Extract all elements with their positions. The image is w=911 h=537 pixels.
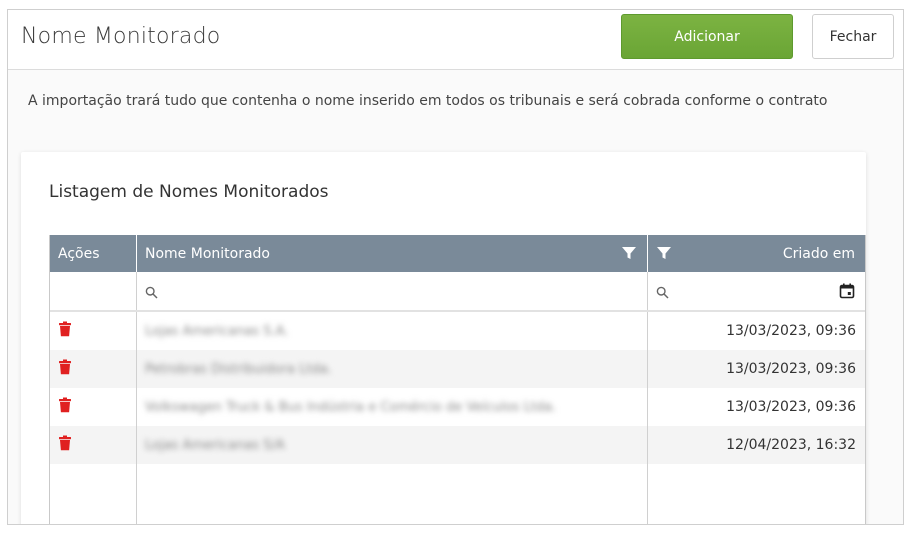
filter-cell-name [137,272,648,310]
created-filter-input[interactable] [676,280,816,302]
created-date-text: 12/04/2023, 16:32 [726,437,856,453]
name-cell: Volkswagen Truck & Bus Indústria e Comér… [137,388,648,426]
monitored-name-text: Lojas Americanas S/A [145,437,285,453]
created-cell: 12/04/2023, 16:32 [648,426,865,464]
table-row: Petrobras Distribuidora Ltda. 13/03/2023… [50,350,865,388]
empty-cell [648,464,865,524]
column-header-created[interactable]: Criado em [648,235,865,272]
created-cell: 13/03/2023, 09:36 [648,388,865,426]
column-header-name-label: Nome Monitorado [145,245,270,262]
empty-cell [50,464,137,524]
filter-icon[interactable] [656,245,672,265]
monitored-name-text: Volkswagen Truck & Bus Indústria e Comér… [145,399,557,415]
created-date-text: 13/03/2023, 09:36 [726,323,856,339]
monitored-names-grid: Ações Nome Monitorado Criado em Lojas Am… [49,235,866,524]
created-date-text: 13/03/2023, 09:36 [726,399,856,415]
column-header-actions: Ações [50,235,137,272]
monitored-name-dialog: Nome Monitorado Adicionar Fechar A impor… [7,9,904,525]
name-cell: Lojas Americanas S.A. [137,312,648,350]
filter-cell-created [648,272,865,310]
calendar-icon[interactable] [839,283,855,303]
card-title: Listagem de Nomes Monitorados [49,182,329,202]
actions-cell [50,312,137,350]
trash-icon[interactable] [58,397,72,417]
created-cell: 13/03/2023, 09:36 [648,350,865,388]
filter-icon[interactable] [621,245,637,265]
monitored-name-text: Petrobras Distribuidora Ltda. [145,361,332,377]
trash-icon[interactable] [58,359,72,379]
column-header-actions-label: Ações [58,245,100,262]
column-header-created-label: Criado em [782,245,855,262]
grid-empty-area [50,464,865,524]
filter-cell-actions [50,272,137,310]
grid-filter-row [50,272,865,312]
name-cell: Lojas Americanas S/A [137,426,648,464]
column-header-name[interactable]: Nome Monitorado [137,235,648,272]
trash-icon[interactable] [58,321,72,341]
import-info-text: A importação trará tudo que contenha o n… [28,93,828,109]
dialog-title: Nome Monitorado [21,24,221,49]
actions-cell [50,388,137,426]
grid-body: Lojas Americanas S.A. 13/03/2023, 09:36 … [50,312,865,524]
monitored-names-card: Listagem de Nomes Monitorados Ações Nome… [21,152,866,524]
dialog-header: Nome Monitorado Adicionar Fechar [8,10,903,70]
empty-cell [137,464,648,524]
trash-icon[interactable] [58,435,72,455]
table-row: Volkswagen Truck & Bus Indústria e Comér… [50,388,865,426]
add-button[interactable]: Adicionar [621,14,793,59]
grid-header: Ações Nome Monitorado Criado em [50,235,865,272]
monitored-name-text: Lojas Americanas S.A. [145,323,289,339]
search-icon [145,284,158,303]
actions-cell [50,426,137,464]
actions-cell [50,350,137,388]
created-date-text: 13/03/2023, 09:36 [726,361,856,377]
name-cell: Petrobras Distribuidora Ltda. [137,350,648,388]
search-icon [656,284,669,303]
created-cell: 13/03/2023, 09:36 [648,312,865,350]
table-row: Lojas Americanas S/A 12/04/2023, 16:32 [50,426,865,464]
close-button[interactable]: Fechar [812,14,894,59]
table-row: Lojas Americanas S.A. 13/03/2023, 09:36 [50,312,865,350]
name-filter-input[interactable] [165,280,605,302]
